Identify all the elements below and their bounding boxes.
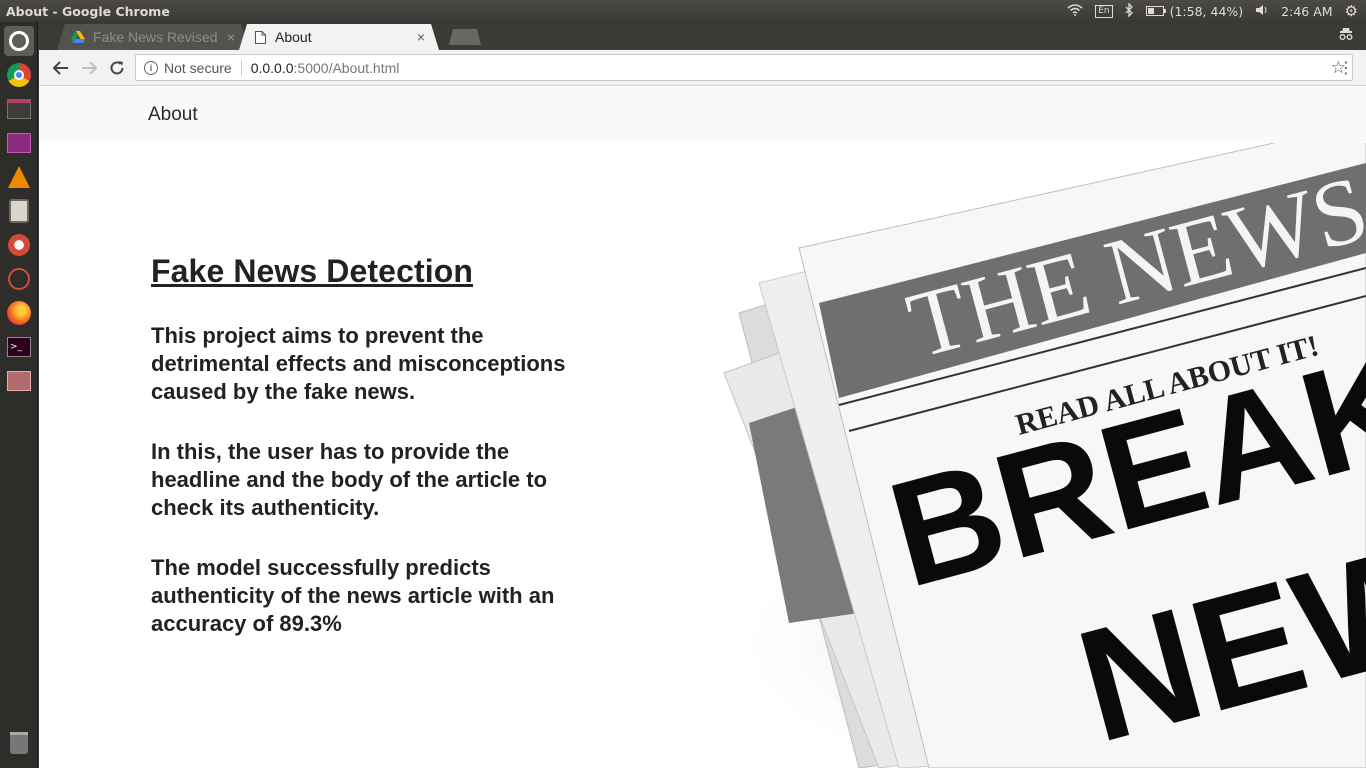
app-icon[interactable] xyxy=(4,196,34,226)
google-drive-icon xyxy=(71,30,85,44)
address-divider xyxy=(240,59,242,76)
incognito-icon[interactable] xyxy=(1338,27,1354,45)
clock[interactable]: 2:46 AM xyxy=(1281,4,1332,19)
nav-brand-link[interactable]: About xyxy=(148,104,198,126)
battery-indicator[interactable]: (1:58, 44%) xyxy=(1145,3,1244,19)
tab-close-icon[interactable]: × xyxy=(227,29,235,45)
chrome-icon[interactable] xyxy=(4,60,34,90)
drawer-icon[interactable] xyxy=(4,366,34,396)
window-title: About - Google Chrome xyxy=(6,3,170,19)
url-host: 0.0.0.0 xyxy=(250,59,294,76)
keyboard-layout-indicator[interactable]: En xyxy=(1095,4,1113,18)
browser-toolbar: i Not secure 0.0.0.0:5000/About.html ☆ ⋮ xyxy=(39,50,1366,86)
tab-label: Fake News Revised xyxy=(93,29,218,45)
terminal-icon[interactable]: >_ xyxy=(4,332,34,362)
bluetooth-icon[interactable] xyxy=(1125,1,1134,20)
network-icon[interactable] xyxy=(4,264,34,294)
tab-label: About xyxy=(275,29,312,45)
files-icon[interactable] xyxy=(4,94,34,124)
battery-status: (1:58, 44%) xyxy=(1169,3,1244,19)
address-bar[interactable]: i Not secure 0.0.0.0:5000/About.html ☆ xyxy=(135,54,1353,81)
settings-icon[interactable] xyxy=(4,230,34,260)
volume-icon[interactable] xyxy=(1255,4,1269,19)
firefox-icon[interactable] xyxy=(4,298,34,328)
chrome-menu-icon[interactable]: ⋮ xyxy=(1338,58,1354,77)
browser-window: Fake News Revised × About × i Not secure xyxy=(39,22,1366,768)
info-icon[interactable]: i xyxy=(144,60,158,75)
url-path: :5000/About.html xyxy=(293,59,400,76)
tab-close-icon[interactable]: × xyxy=(417,29,425,45)
session-gear-icon[interactable]: ⚙ xyxy=(1345,2,1358,20)
page-icon xyxy=(253,30,267,44)
trash-icon[interactable] xyxy=(4,728,34,758)
back-icon[interactable] xyxy=(47,54,75,82)
launcher: >_ xyxy=(0,22,38,768)
system-indicators: En (1:58, 44%) 2:46 AM ⚙ xyxy=(1067,1,1366,20)
breaking-news-newspaper-image: THE NEWS READ ALL ABOUT IT! BREAKING NEW… xyxy=(723,143,1366,768)
web-page: About Fake News Detection This project a… xyxy=(39,87,1366,768)
about-paragraph: The model successfully predicts authenti… xyxy=(151,555,555,636)
media-icon[interactable] xyxy=(4,128,34,158)
page-title: Fake News Detection xyxy=(151,253,474,289)
ubuntu-dash-icon[interactable] xyxy=(4,26,34,56)
new-tab-button[interactable] xyxy=(449,29,481,45)
wifi-icon[interactable] xyxy=(1067,3,1083,19)
tab-about[interactable]: About × xyxy=(239,24,439,50)
navbar: About xyxy=(39,87,1366,143)
tab-strip: Fake News Revised × About × xyxy=(39,22,1366,50)
forward-icon[interactable] xyxy=(75,54,103,82)
about-paragraph: In this, the user has to provide the hea… xyxy=(151,439,548,520)
about-paragraph: This project aims to prevent the detrime… xyxy=(151,323,566,404)
reload-icon[interactable] xyxy=(103,54,131,82)
battery-icon xyxy=(1145,6,1166,16)
tab-fake-news-revised[interactable]: Fake News Revised × xyxy=(57,24,249,50)
top-panel: About - Google Chrome En (1:58, 44%) 2:4… xyxy=(0,0,1366,22)
about-content: Fake News Detection This project aims to… xyxy=(151,253,591,670)
security-label: Not secure xyxy=(164,59,232,76)
vlc-icon[interactable] xyxy=(4,162,34,192)
